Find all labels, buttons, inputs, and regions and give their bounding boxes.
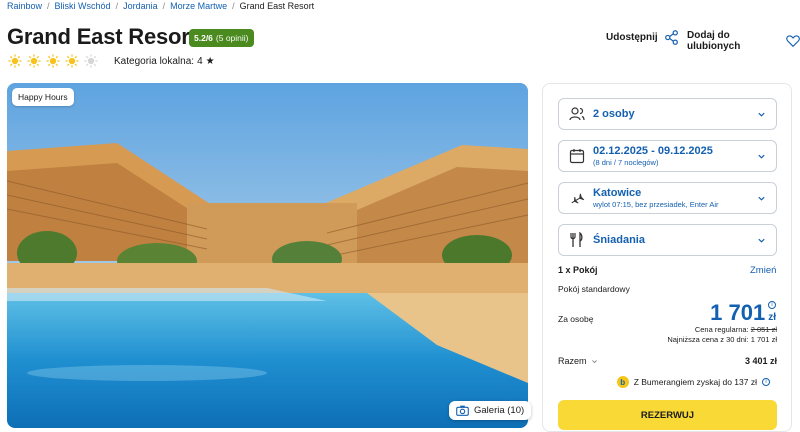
gallery-label: Galeria (10) [474, 405, 525, 416]
dates-sub: (8 dni / 7 noclegów) [593, 158, 659, 167]
chevron-down-icon [758, 196, 765, 201]
breadcrumb-link[interactable]: Rainbow [7, 1, 42, 11]
change-room-link[interactable]: Zmień [750, 265, 776, 276]
chevron-down-icon [591, 359, 597, 363]
board-value: Śniadania [593, 234, 645, 246]
users-icon [569, 107, 585, 121]
guests-value: 2 osoby [593, 108, 635, 120]
rating-badge[interactable]: 5.2/6 (5 opinii) [189, 29, 254, 47]
breadcrumb-link[interactable]: Morze Martwe [170, 1, 227, 11]
sun-icon [27, 54, 41, 68]
breadcrumb-current: Grand East Resort [239, 1, 315, 11]
gallery-button[interactable]: Galeria (10) [449, 401, 532, 420]
share-icon [664, 30, 678, 45]
bumerang-text: Z Bumerangiem zyskaj do 137 zł [633, 377, 757, 387]
dates-value: 02.12.2025 - 09.12.2025 [593, 145, 713, 157]
rating-count: (5 opinii) [215, 33, 249, 43]
heart-icon [786, 35, 800, 48]
per-person-label: Za osobę [558, 314, 594, 324]
breadcrumb: Rainbow / Bliski Wschód / Jordania / Mor… [7, 0, 314, 12]
category-value: 4 [197, 56, 203, 67]
lowest-30-days: Najniższa cena z 30 dni: 1 701 zł [667, 335, 777, 344]
chevron-down-icon [758, 154, 765, 159]
info-icon[interactable]: i [768, 301, 776, 309]
sun-rating [8, 54, 98, 68]
favorite-label: Dodaj do ulubionych [687, 30, 741, 52]
total-value: 3 401 zł [744, 356, 777, 366]
calendar-icon [569, 149, 585, 164]
price-value: 1 701 [710, 300, 766, 325]
bumerang-icon: b [616, 376, 629, 388]
total-label: Razem [558, 356, 587, 366]
happy-hours-badge: Happy Hours [12, 88, 74, 106]
chevron-down-icon [758, 112, 765, 117]
room-type: Pokój standardowy [558, 284, 630, 294]
camera-icon [456, 405, 469, 416]
breadcrumb-separator: / [115, 1, 119, 11]
price-currency: zł [768, 312, 776, 323]
guests-select[interactable]: 2 osoby [558, 98, 777, 130]
hotel-photo[interactable] [7, 83, 528, 428]
info-icon[interactable]: i [762, 378, 770, 386]
breadcrumb-separator: / [232, 1, 235, 11]
breadcrumb-link[interactable]: Jordania [123, 1, 158, 11]
sun-icon-empty [84, 54, 98, 68]
breadcrumb-link[interactable]: Bliski Wschód [55, 1, 111, 11]
book-button[interactable]: REZERWUJ [558, 400, 777, 430]
sun-icon [65, 54, 79, 68]
departure-select[interactable]: Katowice wylot 07:15, bez przesiadek, En… [558, 182, 777, 214]
room-count: 1 x Pokój [558, 265, 598, 275]
total-toggle[interactable]: Razem [558, 356, 598, 366]
regular-price: Cena regularna: 2 051 zł [695, 325, 777, 334]
local-category: Kategoria lokalna: 4 ★ [114, 56, 215, 67]
sun-icon [46, 54, 60, 68]
plane-icon [571, 193, 585, 204]
board-select[interactable]: Śniadania [558, 224, 777, 256]
breadcrumb-separator: / [47, 1, 50, 11]
share-label: Udostępnij [606, 32, 658, 43]
chevron-down-icon [758, 238, 765, 243]
rating-score: 5.2/6 [194, 33, 213, 43]
departure-sub: wylot 07:15, bez przesiadek, Enter Air [593, 200, 719, 209]
regular-price-label: Cena regularna: [694, 325, 749, 334]
regular-price-value: 2 051 zł [750, 325, 777, 334]
cutlery-icon [570, 232, 583, 247]
sun-icon [8, 54, 22, 68]
bumerang-info: b Z Bumerangiem zyskaj do 137 zł i [616, 376, 770, 388]
star-icon: ★ [205, 56, 215, 67]
breadcrumb-separator: / [162, 1, 166, 11]
price-per-person: 1 701 zł [710, 300, 776, 326]
category-label: Kategoria lokalna: [114, 56, 195, 67]
favorite-button[interactable]: Dodaj do ulubionych [687, 30, 800, 52]
dates-select[interactable]: 02.12.2025 - 09.12.2025 (8 dni / 7 nocle… [558, 140, 777, 172]
share-button[interactable]: Udostępnij [606, 30, 679, 45]
departure-value: Katowice [593, 187, 642, 199]
hotel-title: Grand East Resort [7, 24, 197, 49]
